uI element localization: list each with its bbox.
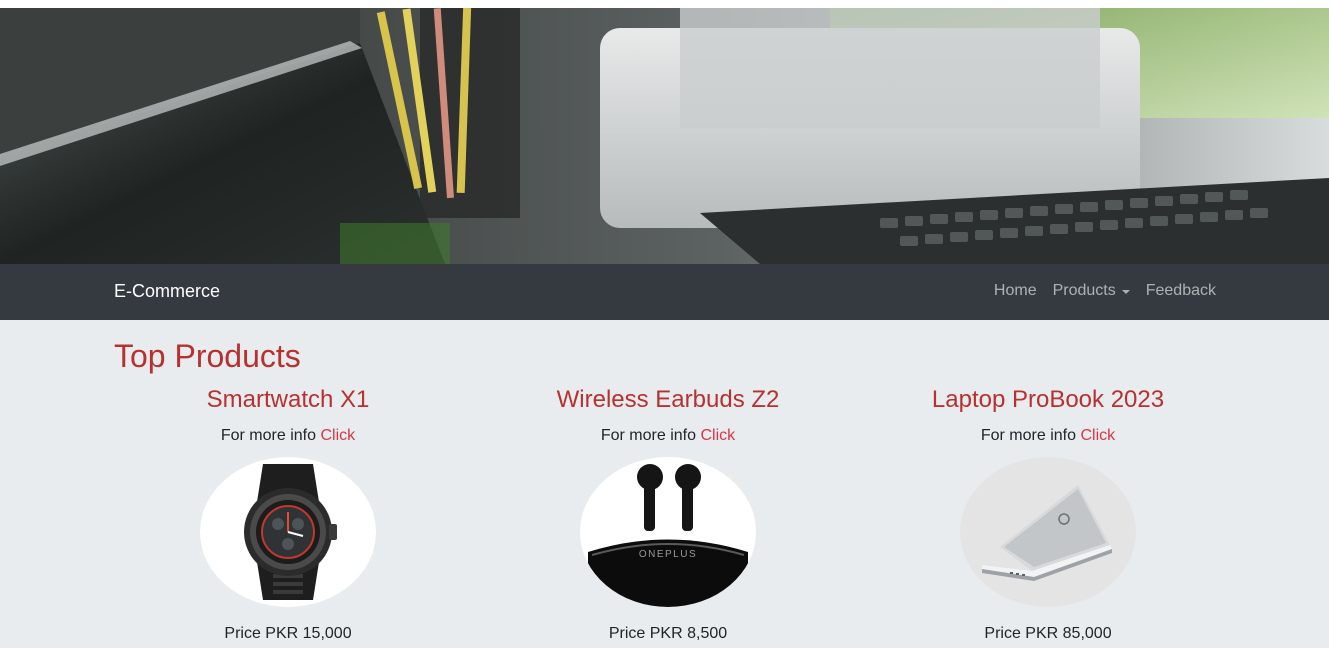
- nav-link-products-label: Products: [1052, 282, 1116, 299]
- product-info: For more info Click: [108, 426, 468, 446]
- product-image-laptop[interactable]: [960, 457, 1136, 607]
- more-info-link[interactable]: Click: [700, 427, 735, 444]
- hero-banner-image: [0, 8, 1329, 264]
- caret-down-icon: [1121, 289, 1130, 294]
- product-card-smartwatch: Smartwatch X1 For more info Click Price …: [108, 384, 468, 644]
- earbuds-case-logo: ONEPLUS: [639, 549, 697, 560]
- product-name: Wireless Earbuds Z2: [556, 386, 780, 413]
- product-image-smartwatch[interactable]: [200, 457, 376, 607]
- product-name: Laptop ProBook 2023: [931, 386, 1165, 413]
- nav-link-feedback-label: Feedback: [1145, 282, 1216, 299]
- nav-link-home-label: Home: [993, 282, 1037, 299]
- nav-link-products-dropdown[interactable]: Products: [1053, 282, 1130, 300]
- product-image-earbuds[interactable]: ONEPLUS: [580, 457, 756, 607]
- product-info: For more info Click: [868, 426, 1228, 446]
- product-info: For more info Click: [488, 426, 848, 446]
- product-price: Price PKR 85,000: [984, 625, 1112, 642]
- navbar-brand[interactable]: E-Commerce: [114, 281, 220, 302]
- earbuds-icon: ONEPLUS: [588, 464, 748, 607]
- product-price: Price PKR 8,500: [608, 625, 728, 642]
- product-card-laptop: Laptop ProBook 2023 For more info Click …: [868, 384, 1228, 644]
- smartwatch-icon: [244, 464, 337, 600]
- product-info-text: For more info: [220, 427, 316, 444]
- navbar: E-Commerce Home Products Feedback: [0, 264, 1329, 320]
- nav-link-feedback[interactable]: Feedback: [1146, 282, 1216, 300]
- more-info-link[interactable]: Click: [1080, 427, 1115, 444]
- product-info-text: For more info: [980, 427, 1076, 444]
- top-strip: [0, 0, 1329, 8]
- page-title: Top Products: [114, 338, 301, 374]
- nav-link-home[interactable]: Home: [994, 282, 1037, 300]
- laptop-icon: [982, 485, 1112, 581]
- product-info-text: For more info: [600, 427, 696, 444]
- nav-links: Home Products Feedback: [994, 282, 1216, 300]
- more-info-link[interactable]: Click: [320, 427, 355, 444]
- product-card-earbuds: Wireless Earbuds Z2 For more info Click …: [488, 384, 848, 644]
- product-name: Smartwatch X1: [206, 386, 370, 413]
- product-price: Price PKR 15,000: [224, 625, 352, 642]
